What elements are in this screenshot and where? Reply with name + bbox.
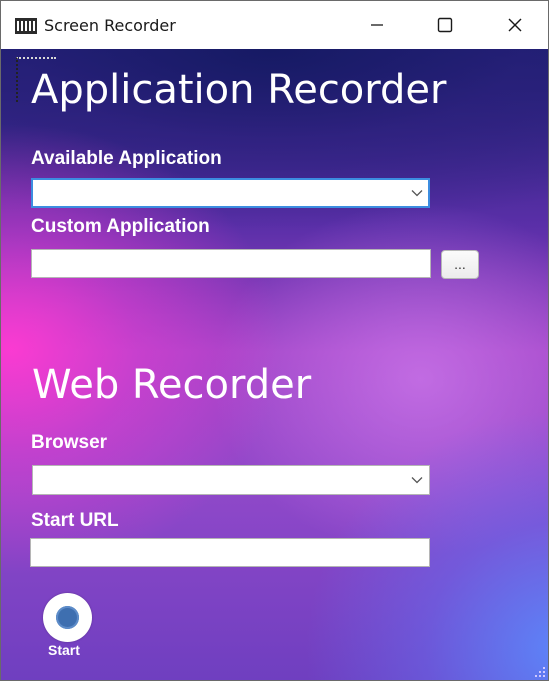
start-record-button[interactable]	[43, 593, 92, 642]
chevron-down-icon	[411, 190, 423, 197]
browser-label: Browser	[31, 432, 108, 453]
close-icon	[508, 18, 522, 32]
available-application-label: Available Application	[31, 148, 222, 169]
start-url-input[interactable]	[30, 538, 430, 567]
application-recorder-title: Application Recorder	[31, 67, 447, 113]
custom-application-input[interactable]	[31, 249, 431, 278]
maximize-button[interactable]	[422, 1, 468, 49]
maximize-icon	[437, 17, 453, 33]
chevron-down-icon	[411, 477, 423, 484]
browser-dropdown[interactable]	[32, 465, 430, 495]
minimize-icon	[371, 24, 383, 26]
close-button[interactable]	[492, 1, 538, 49]
minimize-button[interactable]	[354, 1, 400, 49]
title-bar[interactable]: Screen Recorder	[1, 1, 548, 49]
record-icon	[56, 606, 79, 629]
window-title: Screen Recorder	[44, 16, 176, 35]
custom-application-label: Custom Application	[31, 216, 210, 237]
resize-grip-icon[interactable]	[534, 666, 546, 678]
web-recorder-title: Web Recorder	[32, 362, 312, 408]
browse-button[interactable]: ...	[441, 250, 479, 279]
screen-recorder-window: Screen Recorder Application Recorder Ava…	[0, 0, 549, 681]
available-application-dropdown[interactable]	[31, 178, 430, 208]
film-strip-icon	[15, 18, 37, 34]
recorder-panel: Application Recorder Available Applicati…	[1, 49, 548, 680]
start-label: Start	[48, 642, 80, 658]
start-url-label: Start URL	[31, 510, 119, 531]
